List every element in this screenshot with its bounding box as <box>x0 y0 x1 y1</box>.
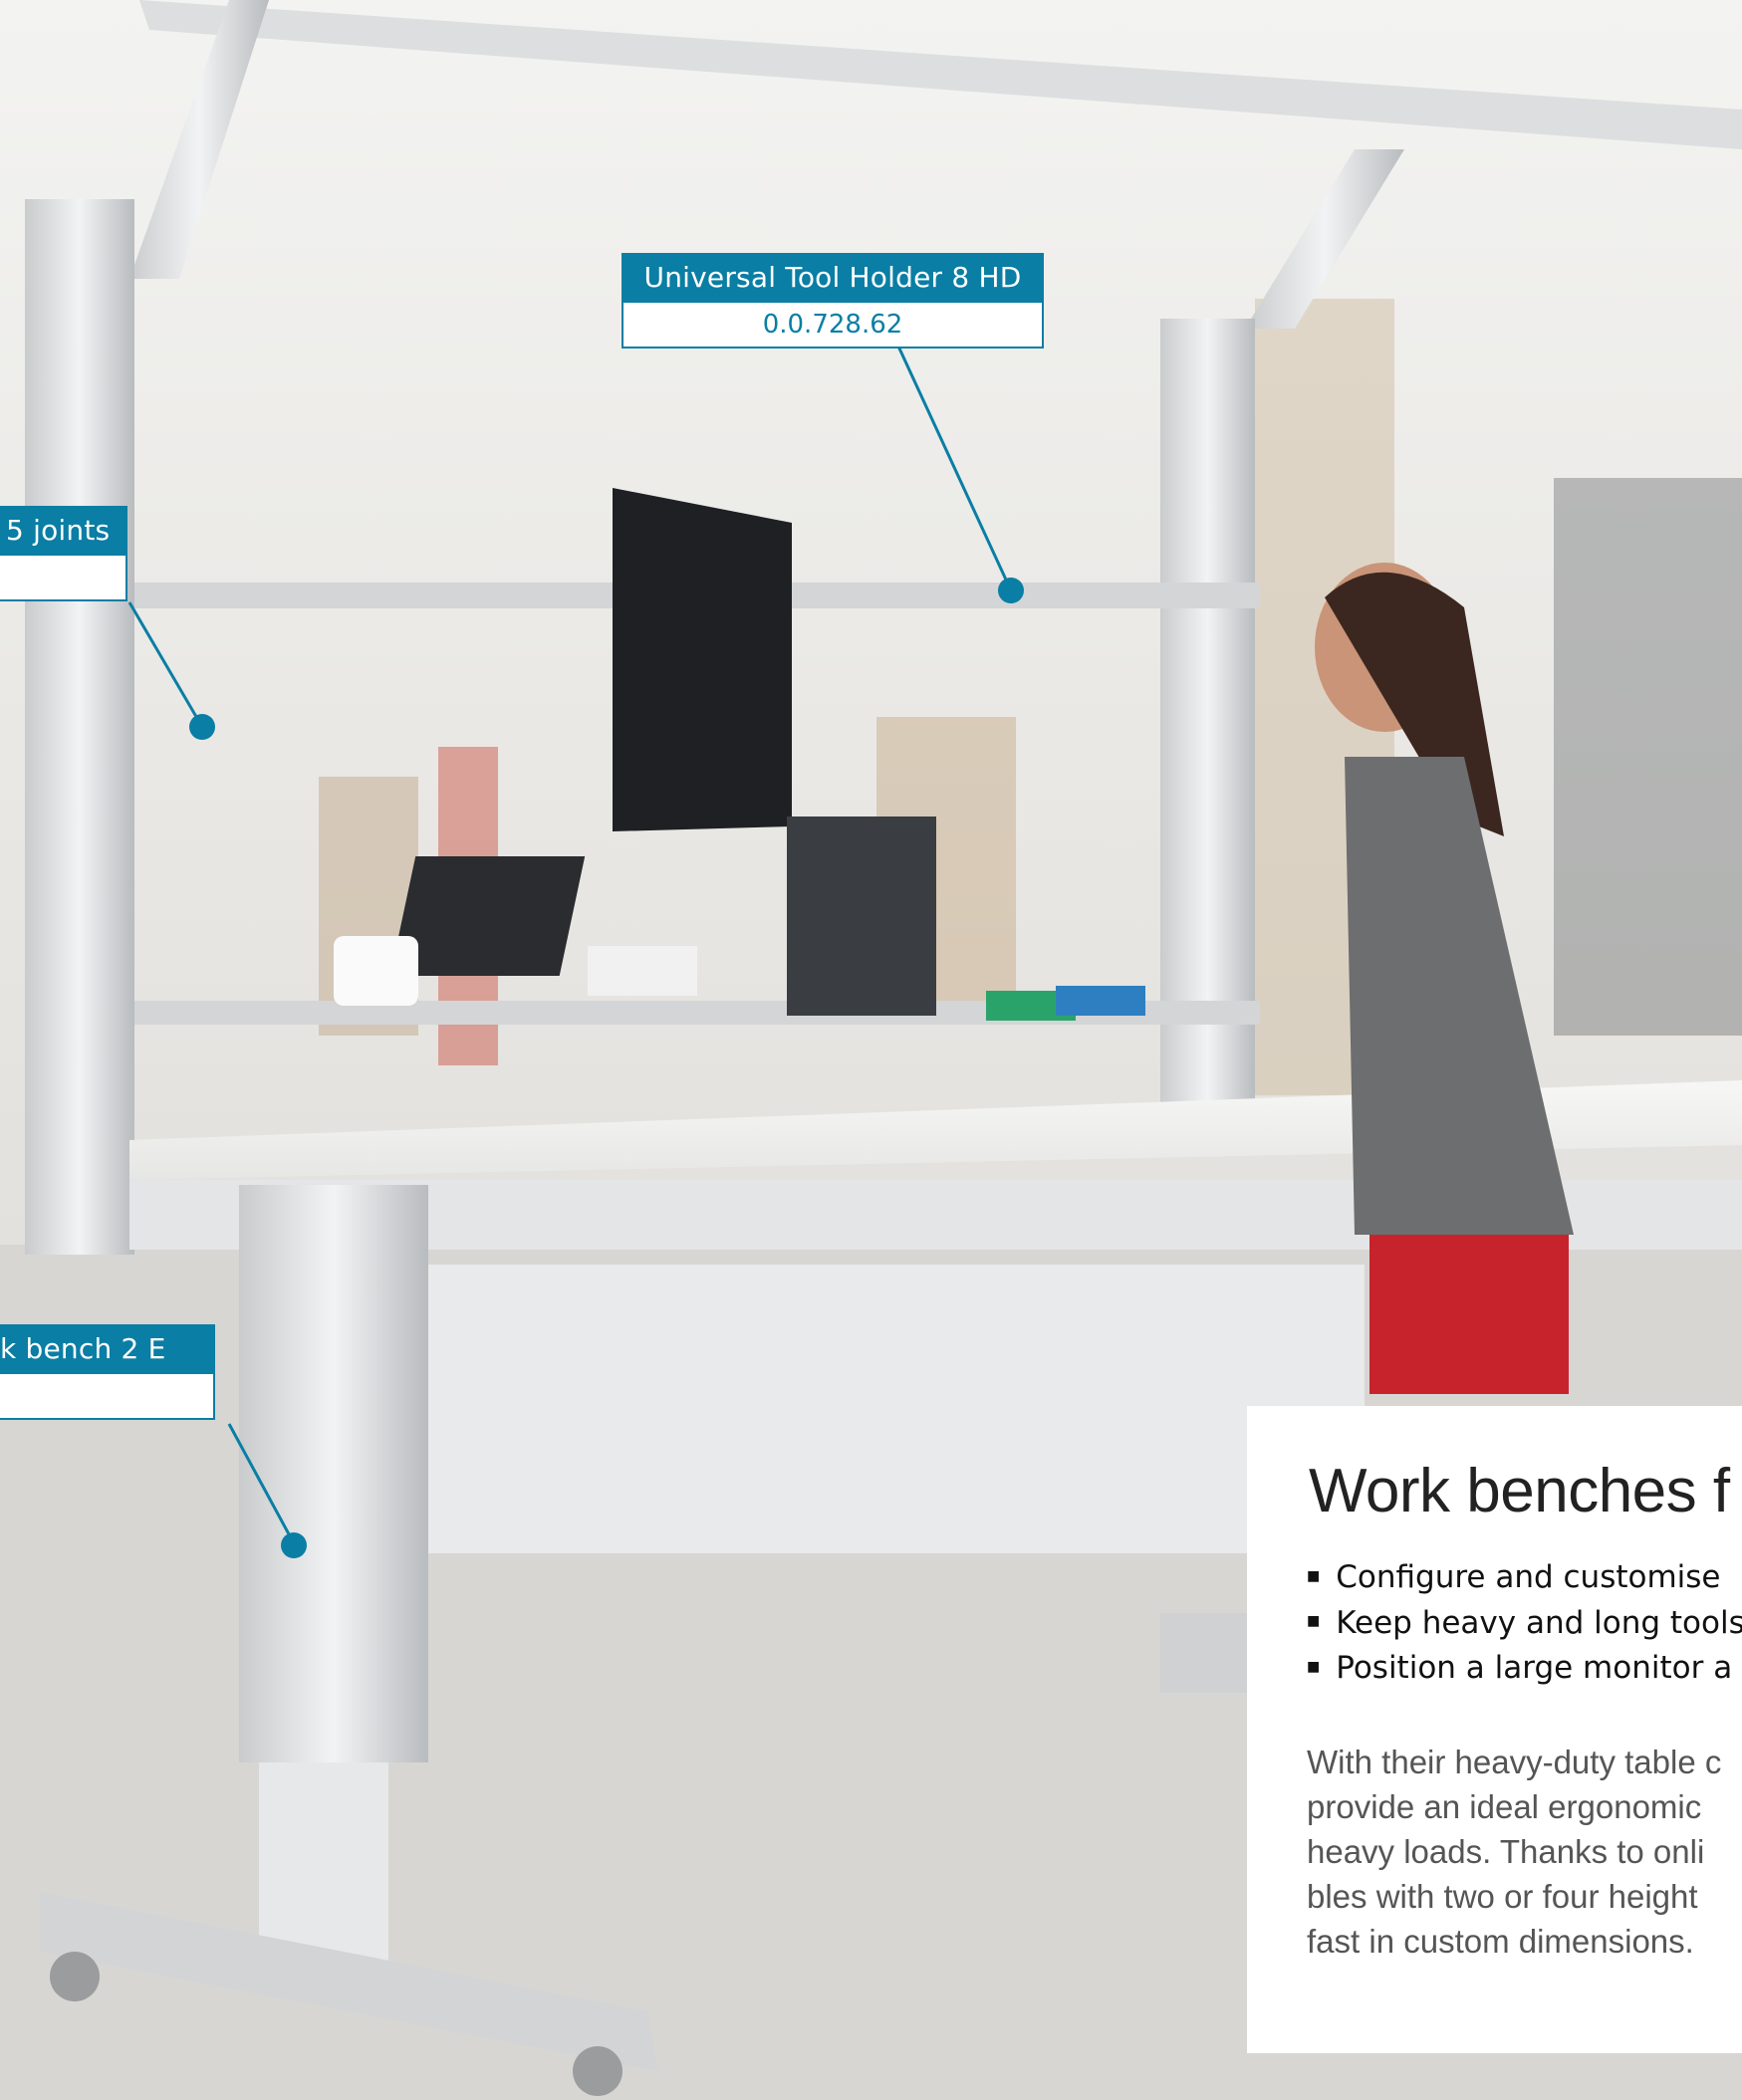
description-line: heavy loads. Thanks to onli <box>1307 1833 1705 1870</box>
description-line: fast in custom dimensions. <box>1307 1923 1694 1960</box>
feature-item: Configure and customise <box>1307 1555 1742 1601</box>
info-panel: Work benches f Configure and customise K… <box>1247 1406 1742 2053</box>
panel-description: With their heavy-duty table c provide an… <box>1307 1740 1742 1964</box>
description-line: With their heavy-duty table c <box>1307 1744 1722 1780</box>
tool-holder-callout-code: 0.0.728.62 <box>622 303 1044 349</box>
feature-item: Position a large monitor a <box>1307 1646 1742 1692</box>
monitor-arm-callout-code <box>0 556 127 601</box>
description-line: provide an ideal ergonomic <box>1307 1788 1702 1825</box>
work-bench-callout-title: k bench 2 E HD <box>0 1324 215 1415</box>
tool-holder-callout-title: Universal Tool Holder 8 HD <box>622 253 1044 303</box>
feature-item: Keep heavy and long tools <box>1307 1601 1742 1647</box>
monitor-arm-callout-title: 5 joints <box>0 506 127 556</box>
work-bench-callout-code <box>0 1374 215 1420</box>
feature-list: Configure and customise Keep heavy and l… <box>1307 1555 1742 1692</box>
panel-title: Work benches f <box>1309 1457 1730 1525</box>
description-line: bles with two or four height <box>1307 1878 1698 1915</box>
